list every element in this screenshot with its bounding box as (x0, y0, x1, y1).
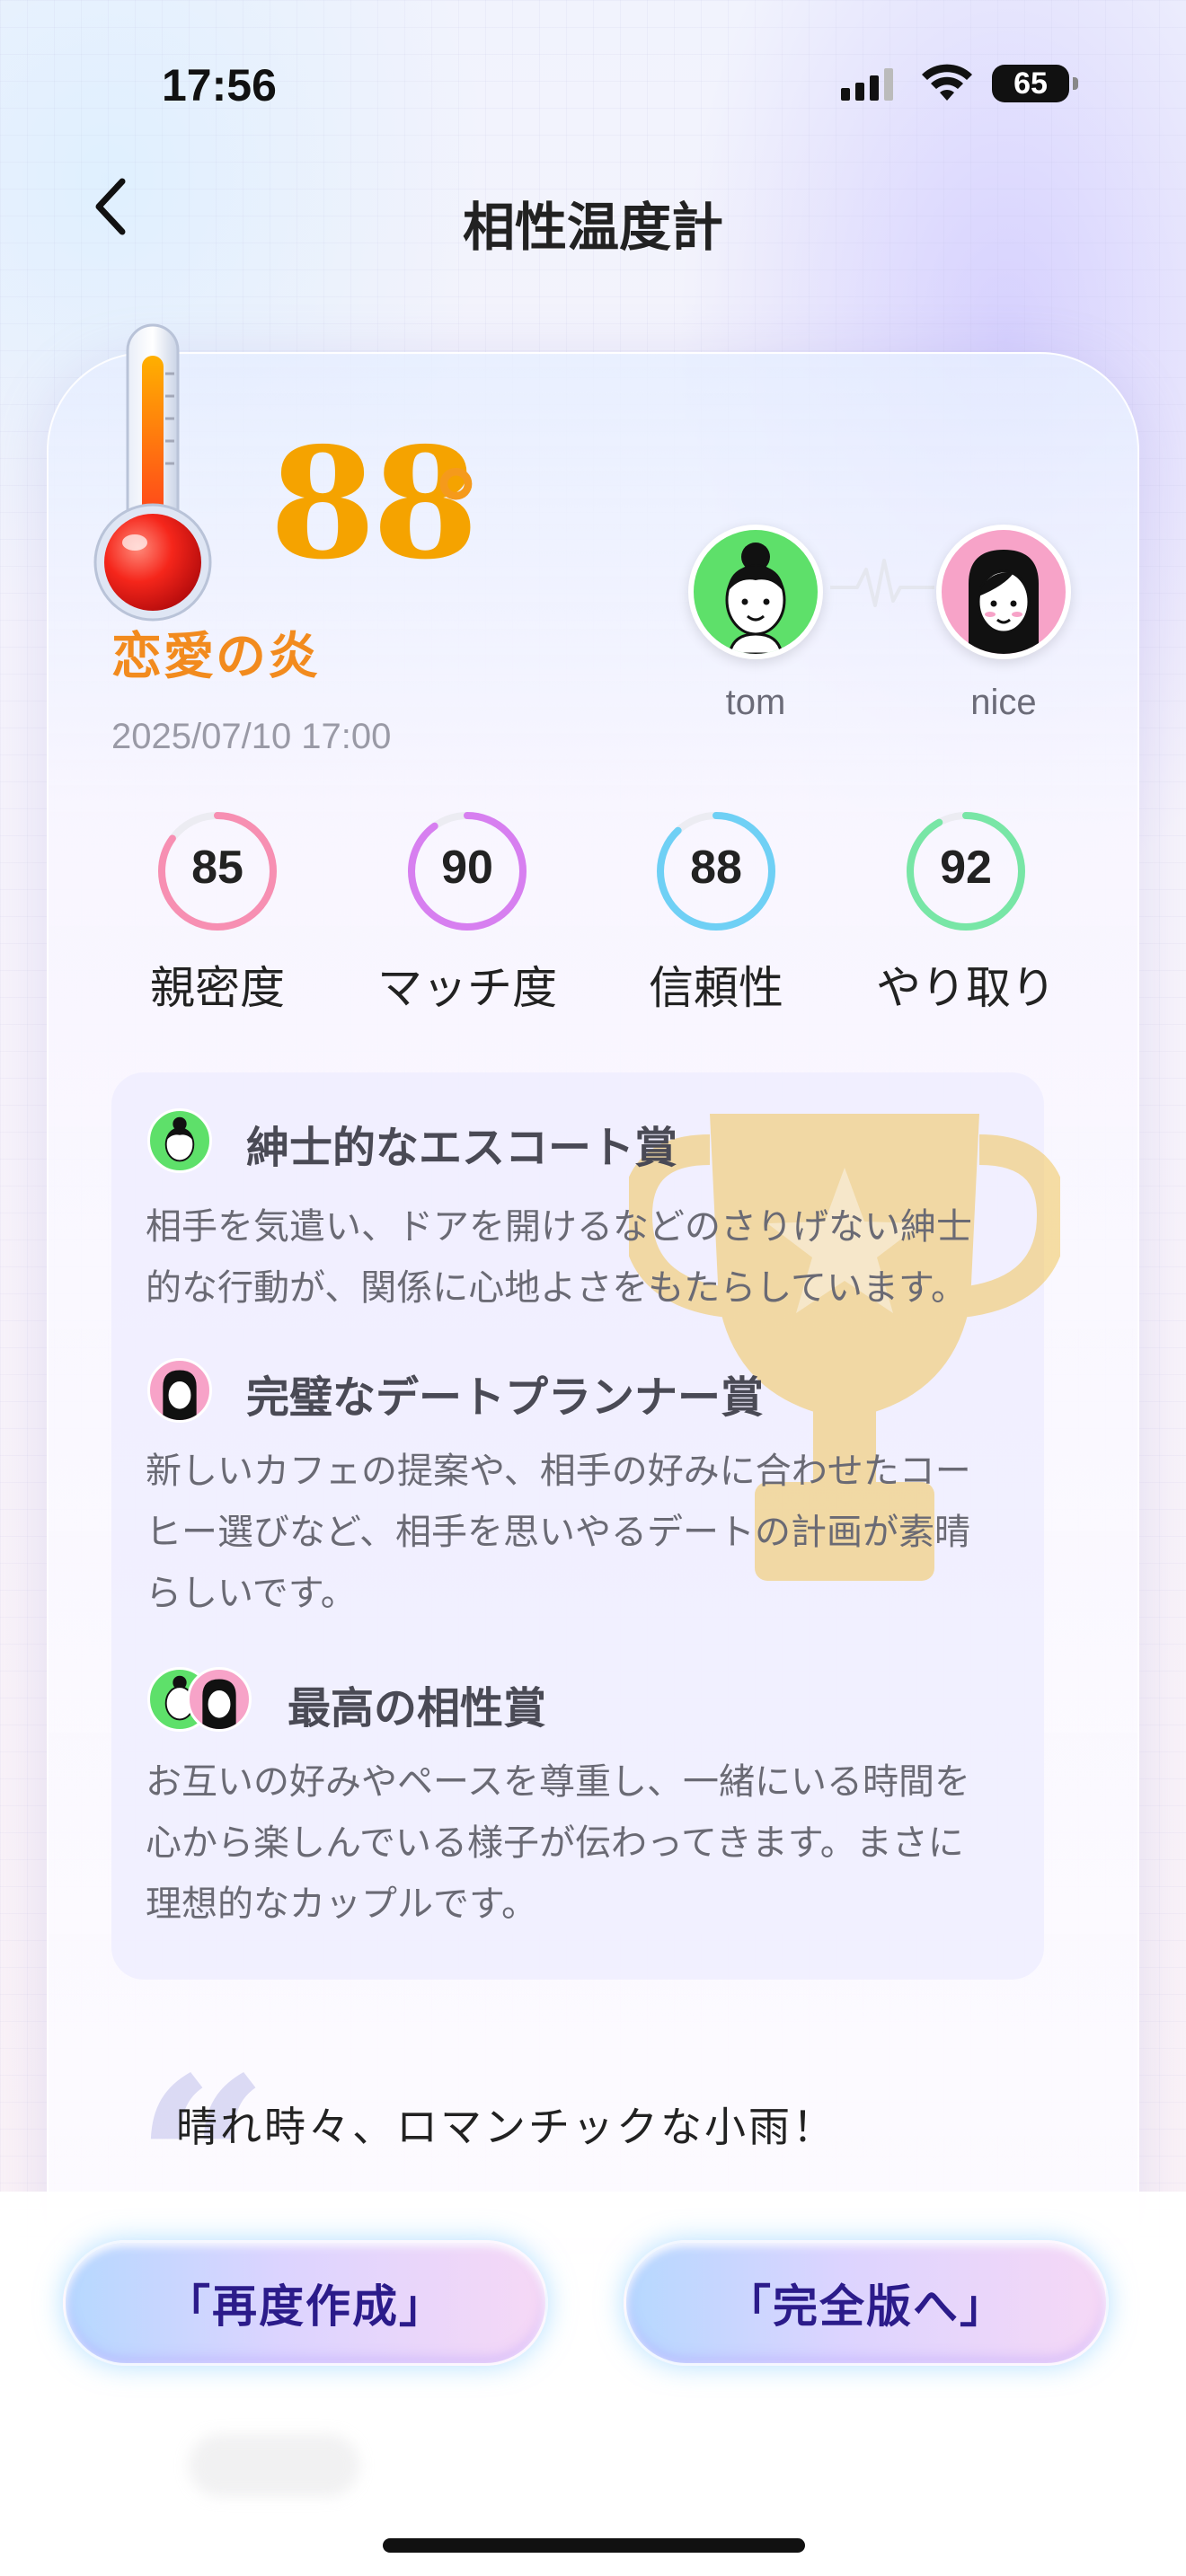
recreate-button[interactable]: 「再度作成」 (63, 2240, 548, 2366)
cellular-signal-icon (841, 68, 893, 101)
award-description: お互いの好みやペースを尊重し、一緒にいる時間を 心から楽しんでいる様子が伝わって… (146, 1751, 1035, 1935)
blurred-overlay (189, 2434, 359, 2497)
award-title: 紳士的なエスコート賞 (246, 1123, 678, 1173)
avatar-tom (688, 525, 823, 659)
stat-value: 88 (690, 842, 742, 894)
thermometer-icon (93, 323, 212, 622)
award-text-line: 相手を気遣い、ドアを開けるなどのさりげない紳士 (146, 1206, 972, 1248)
home-indicator[interactable] (383, 2538, 805, 2553)
heartbeat-line-icon (830, 559, 934, 607)
award-title: 最高の相性賞 (288, 1683, 547, 1734)
woman-avatar-icon (969, 550, 1039, 654)
degree-symbol: ° (431, 449, 481, 565)
person-name-nice: nice (970, 683, 1037, 722)
stat-label: 親密度 (150, 962, 285, 1014)
award-text-line: 心から楽しんでいる様子が伝わってきます。まさに (146, 1822, 964, 1864)
stat-value: 85 (191, 842, 243, 894)
award-text-line: ヒー選びなど、相手を思いやるデートの計画が素晴 (146, 1512, 970, 1553)
full-version-button[interactable]: 「完全版へ」 (624, 2240, 1109, 2366)
award-text-line: 理想的なカップルです。 (146, 1883, 537, 1925)
man-avatar-icon (725, 543, 786, 654)
status-bar: 17:56 65 (0, 54, 1186, 117)
wifi-icon (922, 64, 972, 101)
stat-value: 92 (940, 842, 992, 894)
page-title: 相性温度計 (462, 197, 723, 258)
award-title: 完璧なデートプランナー賞 (246, 1372, 765, 1423)
stat-label: 信頼性 (649, 962, 783, 1014)
stat-value: 90 (441, 842, 493, 894)
stat-communication: 92 やり取り (863, 808, 1069, 1017)
award-icon-woman (147, 1358, 212, 1423)
result-label: 恋愛の炎 (111, 627, 320, 686)
battery-level: 65 (1013, 66, 1048, 101)
battery-icon: 65 (992, 65, 1078, 102)
stat-match: 90 マッチ度 (364, 808, 571, 1017)
stat-label: マッチ度 (377, 962, 557, 1014)
award-text-line: らしいです。 (146, 1573, 357, 1614)
forecast-quote: 晴れ時々、ロマンチックな小雨！ (176, 2103, 836, 2151)
status-time: 17:56 (162, 60, 277, 110)
result-date: 2025/07/10 17:00 (111, 717, 392, 756)
stat-intimacy: 85 親密度 (114, 808, 321, 1017)
award-text-line: お互いの好みやペースを尊重し、一緒にいる時間を (146, 1761, 970, 1803)
award-text-line: 新しいカフェの提案や、相手の好みに合わせたコー (146, 1451, 971, 1492)
stat-trust: 88 信頼性 (613, 808, 819, 1017)
stat-label: やり取り (876, 962, 1056, 1014)
avatar-nice (936, 525, 1071, 659)
award-description: 相手を気遣い、ドアを開けるなどのさりげない紳士 的な行動が、関係に心地よさをもた… (146, 1196, 1035, 1319)
award-text-line: 的な行動が、関係に心地よさをもたらしています。 (146, 1267, 967, 1309)
award-icon-man (147, 1108, 212, 1173)
award-icon-woman (187, 1667, 252, 1732)
person-name-tom: tom (725, 683, 786, 722)
award-description: 新しいカフェの提案や、相手の好みに合わせたコー ヒー選びなど、相手を思いやるデー… (146, 1441, 1035, 1624)
